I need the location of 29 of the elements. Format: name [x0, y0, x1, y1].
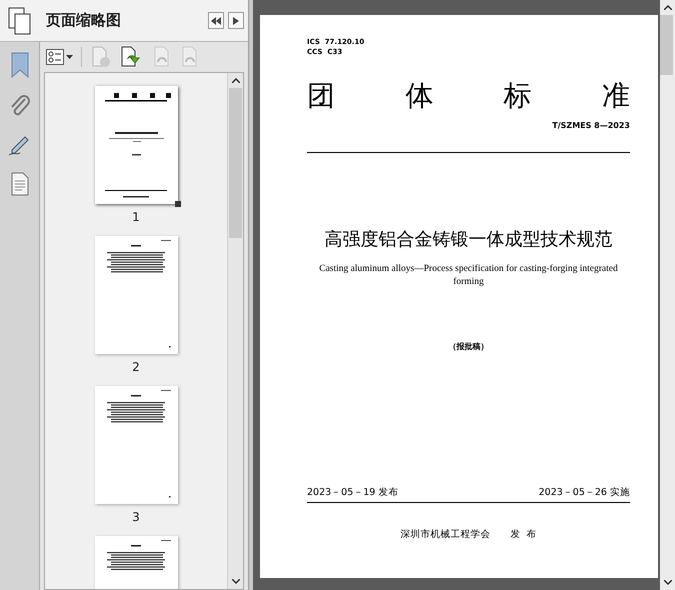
- options-menu-button[interactable]: [46, 49, 73, 65]
- scrollbar-thumb[interactable]: [229, 88, 242, 238]
- signature-pen-icon[interactable]: [8, 134, 32, 156]
- publisher: 深圳市机械工程学会: [400, 528, 490, 541]
- view-area-handle[interactable]: [174, 201, 180, 207]
- publish-label: 发 布: [510, 528, 537, 541]
- page-number: 2: [132, 360, 140, 374]
- panel-title: 页面缩略图: [46, 11, 122, 30]
- page-thumbnail[interactable]: [94, 386, 178, 504]
- collapse-panel-button[interactable]: [208, 12, 224, 29]
- document-icon[interactable]: [10, 172, 28, 196]
- paperclip-icon[interactable]: [8, 94, 30, 118]
- pages-icon: [8, 6, 32, 34]
- document-title: 高强度铝合金铸锻一体成型技术规范: [324, 228, 614, 251]
- scrollbar-thumb[interactable]: [660, 15, 673, 75]
- caret-icon: [66, 55, 73, 59]
- issue-date: 2023－05－19 发布: [307, 486, 398, 499]
- right-arrow-icon: [233, 16, 239, 24]
- standard-heading: 团体标准: [307, 79, 630, 113]
- page-number: 3: [132, 510, 140, 524]
- draft-stage: （报批稿）: [448, 341, 488, 352]
- english-title: Casting aluminum alloys—Process specification for casting-forging integrated forming: [318, 263, 619, 289]
- standard-number: T/SZMES 8—2023: [552, 121, 630, 130]
- page-text-drawing: [106, 540, 170, 570]
- page-number: 1: [132, 210, 140, 224]
- expand-button[interactable]: [228, 12, 244, 29]
- page-thumbnail[interactable]: [94, 236, 178, 354]
- effective-date: 2023－05－26 实施: [538, 486, 630, 499]
- double-left-arrow-icon: [211, 16, 221, 24]
